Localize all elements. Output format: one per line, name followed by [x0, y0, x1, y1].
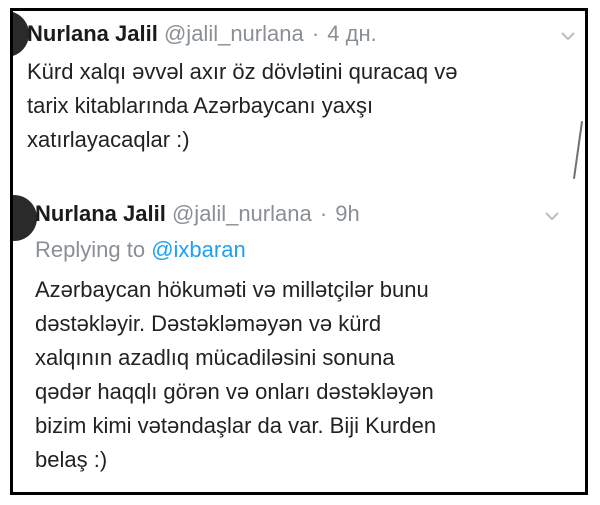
replying-to-handle[interactable]: @ixbaran	[151, 237, 246, 262]
tweet-text-line: belaş :)	[35, 447, 108, 472]
separator-dot: ·	[311, 21, 320, 46]
author-handle[interactable]: @jalil_nurlana	[172, 201, 312, 226]
replying-to-label: Replying to	[35, 237, 146, 262]
separator-dot: ·	[319, 201, 328, 226]
author-name[interactable]: Nurlana Jalil	[35, 201, 166, 226]
tweet-text-line: Azərbaycan hökuməti və millətçilər bunu	[35, 277, 429, 302]
tweet-text: Kürd xalqı əvvəl axır öz dövlətini qurac…	[27, 55, 585, 157]
tweet-text-line: xatırlayacaqlar :)	[27, 127, 190, 152]
tweet-text-line: Kürd xalqı əvvəl axır öz dövlətini qurac…	[27, 59, 458, 84]
tweet[interactable]: Nurlana Jalil @jalil_nurlana · 4 дн. Kür…	[13, 11, 585, 181]
tweet-text: Azərbaycan hökuməti və millətçilər bunu …	[35, 273, 575, 477]
tweet-timestamp[interactable]: 9h	[335, 201, 359, 226]
tweet[interactable]: Nurlana Jalil @jalil_nurlana · 9h Replyi…	[13, 183, 585, 492]
tweet-header: Nurlana Jalil @jalil_nurlana · 9h	[35, 201, 360, 227]
tweet-text-line: dəstəkləyir. Dəstəkləməyən və kürd	[35, 311, 382, 336]
screenshot-frame: Nurlana Jalil @jalil_nurlana · 4 дн. Kür…	[10, 8, 588, 495]
replying-to: Replying to @ixbaran	[35, 237, 246, 263]
tweet-text-line: tarix kitablarında Azərbaycanı yaxşı	[27, 93, 374, 118]
author-name[interactable]: Nurlana Jalil	[27, 21, 158, 46]
tweet-header: Nurlana Jalil @jalil_nurlana · 4 дн.	[27, 21, 377, 47]
tweet-text-line: bizim kimi vətəndaşlar da var. Biji Kurd…	[35, 413, 437, 438]
author-handle[interactable]: @jalil_nurlana	[164, 21, 304, 46]
avatar[interactable]	[13, 195, 37, 241]
chevron-down-icon[interactable]	[545, 205, 559, 226]
chevron-down-icon[interactable]	[561, 25, 575, 46]
tweet-text-line: qədər haqqlı görən və onları dəstəkləyən	[35, 379, 434, 404]
tweet-text-line: xalqının azadlıq mücadiləsini sonuna	[35, 345, 395, 370]
tweet-timestamp[interactable]: 4 дн.	[327, 21, 376, 46]
